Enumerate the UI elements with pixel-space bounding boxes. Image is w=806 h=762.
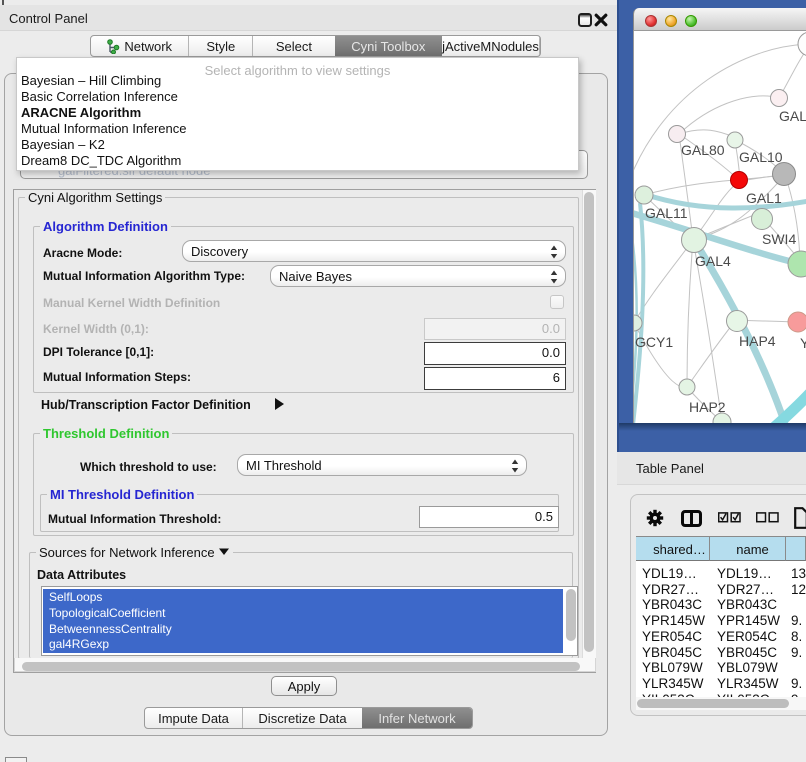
svg-text:Y: Y	[800, 335, 806, 351]
svg-text:HAP2: HAP2	[689, 399, 726, 415]
svg-text:GAL1: GAL1	[746, 190, 782, 206]
svg-text:SWI4: SWI4	[762, 231, 796, 247]
svg-text:GCY1: GCY1	[635, 334, 673, 350]
svg-text:GAL7: GAL7	[779, 108, 806, 124]
svg-text:GAL11: GAL11	[645, 205, 688, 221]
svg-text:GAL10: GAL10	[739, 149, 783, 165]
svg-text:GAL4: GAL4	[695, 253, 731, 269]
svg-text:HAP4: HAP4	[739, 333, 776, 349]
svg-text:GAL80: GAL80	[681, 142, 725, 158]
